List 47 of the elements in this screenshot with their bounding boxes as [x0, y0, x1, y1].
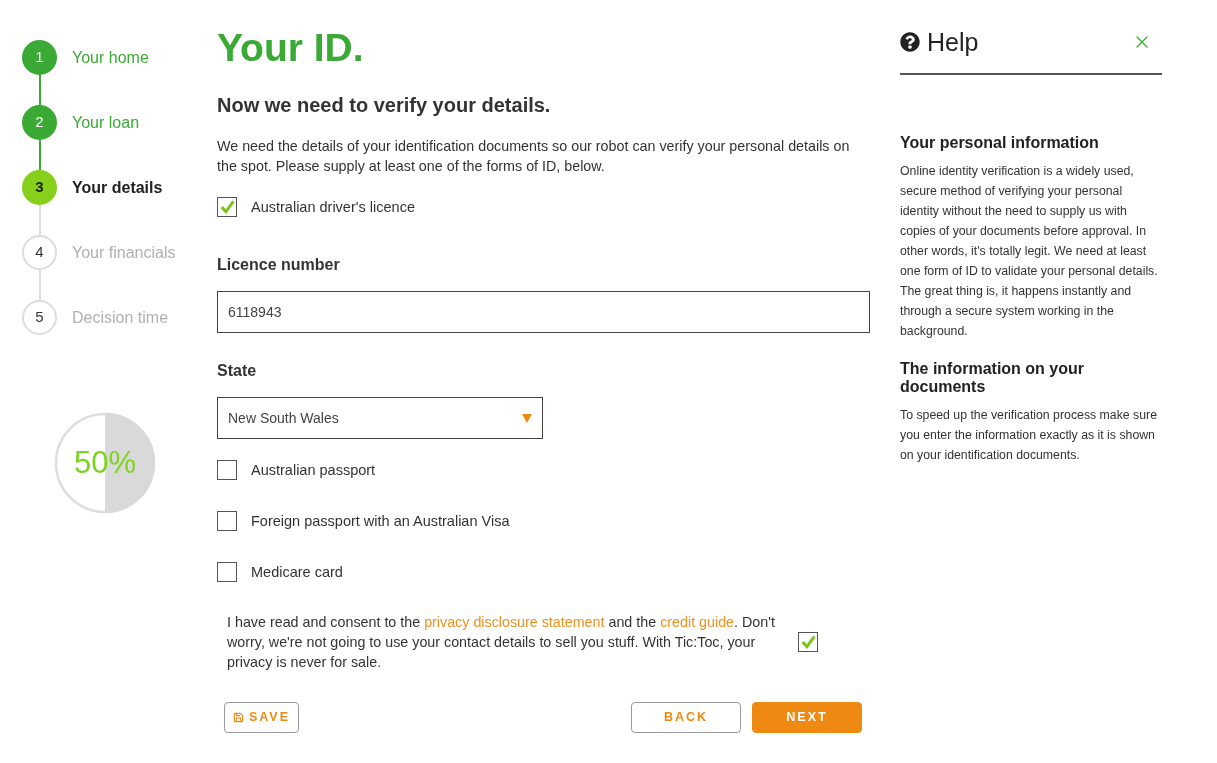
step-label: Your details	[72, 177, 163, 198]
step-connector	[39, 140, 41, 170]
field-label: Licence number	[217, 255, 341, 275]
step-number: 4	[22, 235, 57, 270]
checkbox-label: Australian driver's licence	[251, 198, 415, 217]
help-text: To speed up the verification process make sure you enter the information exactly as it is shown on your identification documents.	[900, 407, 1158, 464]
licence-number-field[interactable]: 6118943	[217, 291, 870, 333]
step-connector	[39, 75, 41, 105]
help-title: Help	[927, 27, 979, 58]
step-number: 5	[22, 300, 57, 335]
page-subtitle: Now we need to verify your details.	[217, 93, 552, 118]
help-text: Online identity verification is a widely used, secure method of verifying your personal identity without the need to supply us with copies of your documents before approval. In other words, it's totally legit. We need at least one form of ID to validate your personal details. The great thing is, it happens instantly and through a secure system working in the background.	[900, 163, 1159, 340]
step-number: 3	[22, 170, 57, 205]
help-heading: The information on your documents	[900, 360, 1085, 396]
step-connector	[39, 205, 41, 235]
step-label: Your home	[72, 47, 149, 68]
back-button[interactable]: BACK	[631, 702, 741, 733]
save-icon	[232, 712, 244, 723]
step-connector	[39, 270, 41, 300]
checkbox-label: Foreign passport with an Australian Visa	[251, 512, 510, 531]
text-link[interactable]: privacy disclosure statement	[424, 614, 605, 630]
consent-text: I have read and consent to the privacy disclosure statement and the credit guide. Don't worry, we're not going to use your contact details to sell you stuff. With Tic:Toc, your privacy is never for sale.	[227, 613, 776, 672]
page-title: Your ID.	[217, 25, 365, 71]
checkbox-label: Australian passport	[251, 461, 376, 480]
save-button[interactable]: SAVE	[224, 702, 299, 733]
step-label: Decision time	[72, 307, 169, 328]
step-label: Your financials	[72, 242, 176, 263]
help-heading: Your personal information	[900, 134, 1100, 152]
progress-percent: 50%	[72, 445, 137, 481]
step-number: 2	[22, 105, 57, 140]
text-link[interactable]: credit guide	[660, 614, 735, 630]
checkbox[interactable]	[217, 511, 237, 531]
checkbox[interactable]	[217, 197, 237, 217]
next-button[interactable]: NEXT	[752, 702, 862, 733]
checkbox[interactable]	[217, 460, 237, 480]
help-icon	[900, 32, 920, 52]
intro-text: We need the details of your identification documents so our robot can verify your personal details on the spot. Please supply at least one of the forms of ID, below.	[217, 137, 851, 176]
step-number: 1	[22, 40, 57, 75]
caret-icon	[522, 413, 532, 423]
check-icon	[800, 634, 816, 650]
step-label: Your loan	[72, 112, 140, 133]
check-icon	[219, 199, 235, 215]
checkbox-label: Medicare card	[251, 563, 343, 582]
field-label: State	[217, 361, 258, 381]
checkbox[interactable]	[217, 562, 237, 582]
state-select[interactable]: New South Wales	[217, 397, 543, 439]
checkbox[interactable]	[798, 632, 818, 652]
